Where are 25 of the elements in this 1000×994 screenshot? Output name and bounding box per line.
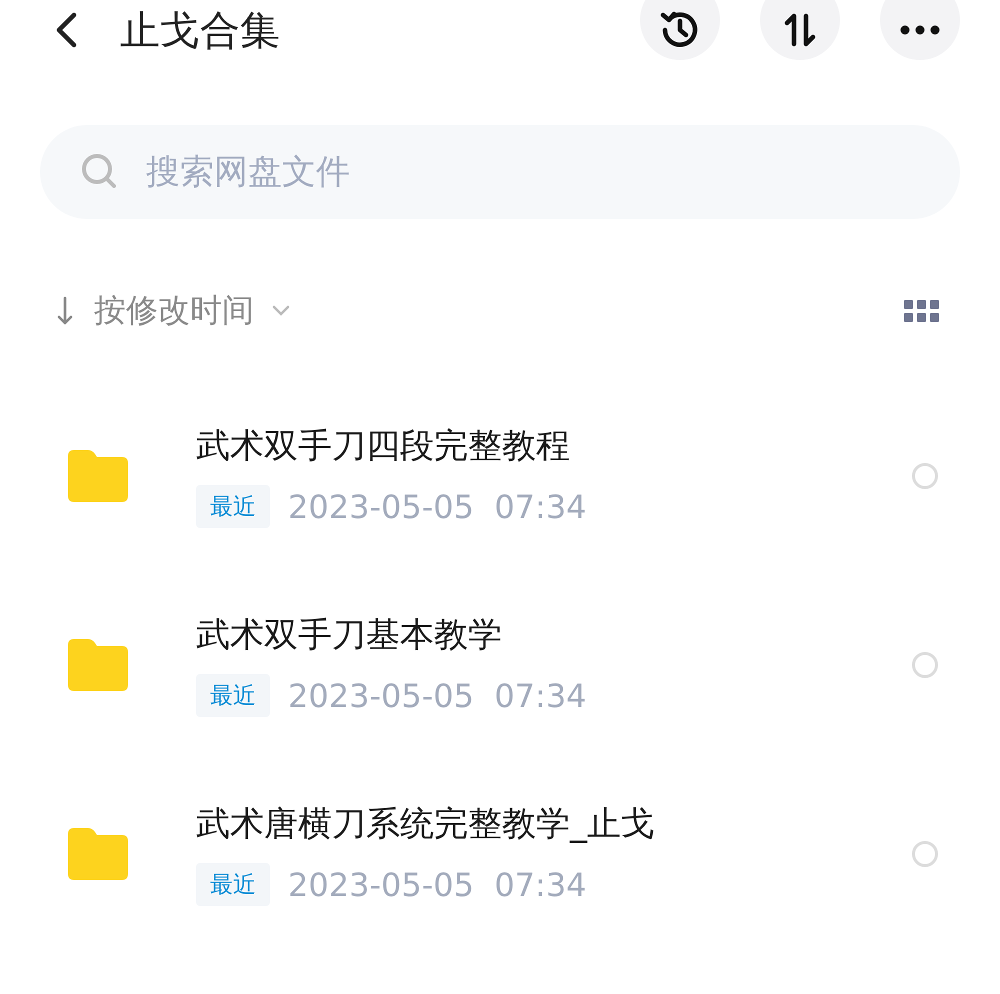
modified-date: 2023-05-05 07:34 <box>288 488 587 526</box>
down-arrow-icon <box>56 296 74 326</box>
recent-tag: 最近 <box>196 674 270 717</box>
sort-button[interactable] <box>760 0 840 60</box>
recent-tag: 最近 <box>196 863 270 906</box>
folder-icon <box>68 638 128 690</box>
folder-icon <box>68 828 128 880</box>
folder-icon <box>68 450 128 502</box>
more-icon <box>900 25 940 35</box>
modified-date: 2023-05-05 07:34 <box>288 676 587 714</box>
folder-name[interactable]: 武术双手刀四段完整教程 <box>196 423 912 469</box>
folder-name[interactable]: 武术唐横刀系统完整教学_止戈 <box>196 801 912 847</box>
modified-date: 2023-05-05 07:34 <box>288 866 587 904</box>
history-button[interactable] <box>640 0 720 60</box>
recent-tag: 最近 <box>196 485 270 528</box>
select-radio[interactable] <box>912 462 938 488</box>
select-radio[interactable] <box>912 652 938 678</box>
caret-icon <box>272 305 290 317</box>
select-radio[interactable] <box>912 840 938 866</box>
folder-name[interactable]: 武术双手刀基本教学 <box>196 612 912 658</box>
back-icon[interactable] <box>54 12 78 48</box>
grid-view-icon[interactable] <box>904 300 940 322</box>
search-field[interactable]: 搜索网盘文件 <box>40 125 960 219</box>
page-title: 止戈合集 <box>120 6 280 56</box>
more-button[interactable] <box>880 0 960 60</box>
